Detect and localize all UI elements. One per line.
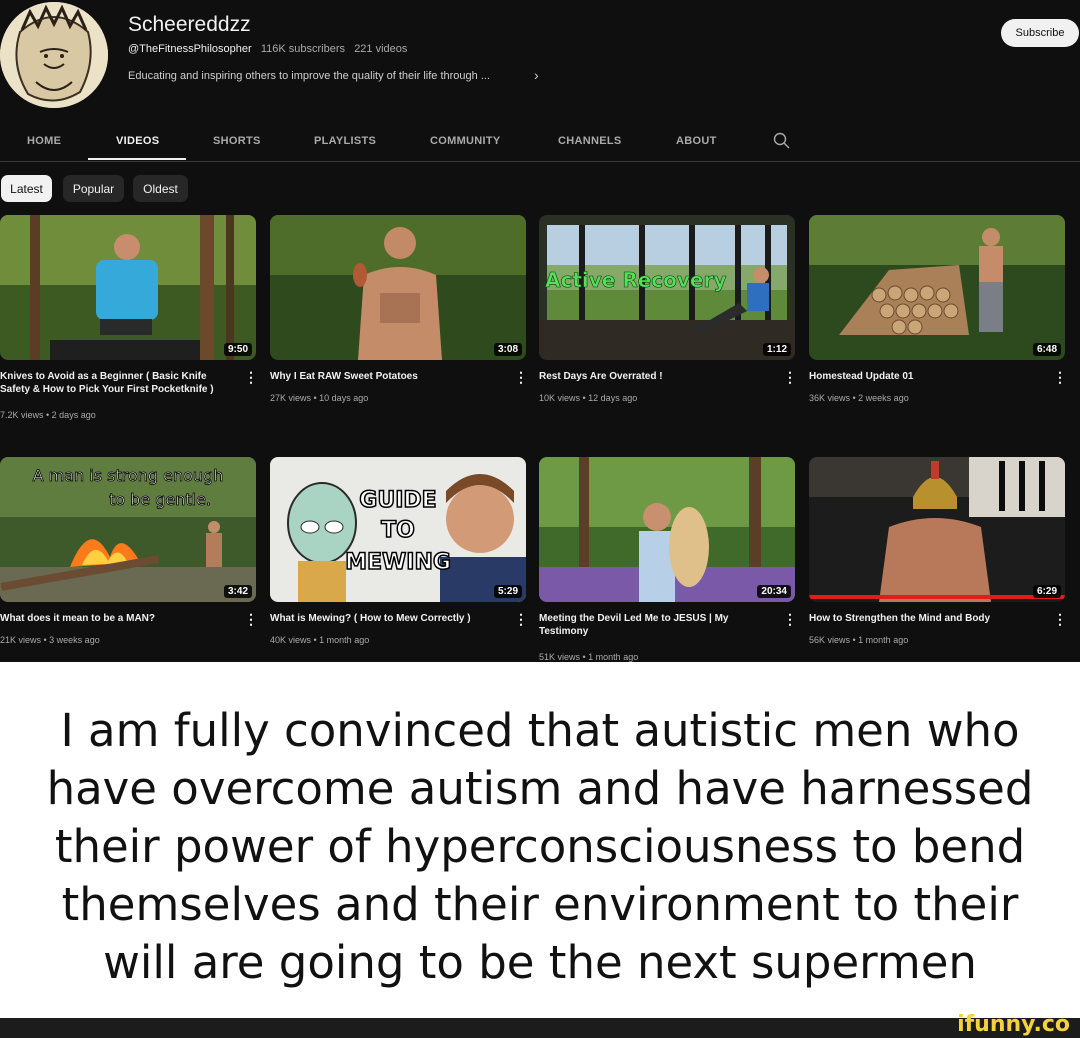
video-thumbnail[interactable]: 6:29 xyxy=(809,457,1065,602)
meme-caption: I am fully convinced that autistic men w… xyxy=(46,704,1034,989)
youtube-channel-page: Scheereddzz @TheFitnessPhilosopher 116K … xyxy=(0,0,1080,662)
video-title[interactable]: Rest Days Are Overrated ! xyxy=(539,370,759,383)
video-meta: 21K views • 3 weeks ago xyxy=(0,635,100,645)
thumbnail-overlay-text: A man is strong enough xyxy=(33,466,224,485)
video-title[interactable]: What is Mewing? ( How to Mew Correctly ) xyxy=(270,612,490,625)
thumbnail-overlay-text: TO xyxy=(381,518,415,543)
filter-chip-latest[interactable]: Latest xyxy=(1,175,52,202)
tab-home[interactable]: HOME xyxy=(27,135,61,147)
thumbnail-overlay-text: MEWING xyxy=(345,550,451,575)
video-duration: 20:34 xyxy=(757,585,791,598)
chevron-right-icon[interactable]: › xyxy=(534,67,539,83)
video-title[interactable]: Why I Eat RAW Sweet Potatoes xyxy=(270,370,490,383)
avatar-illustration xyxy=(0,2,108,108)
filter-chip-oldest[interactable]: Oldest xyxy=(133,175,188,202)
video-meta: 36K views • 2 weeks ago xyxy=(809,393,909,403)
video-duration: 6:48 xyxy=(1032,343,1061,356)
video-thumbnail[interactable]: A man is strong enough to be gentle. 3:4… xyxy=(0,457,256,602)
video-meta: 10K views • 12 days ago xyxy=(539,393,638,403)
more-options-icon[interactable]: ⋮ xyxy=(244,611,258,628)
thumbnail-image: A man is strong enough to be gentle. xyxy=(0,457,256,602)
more-options-icon[interactable]: ⋮ xyxy=(514,369,528,386)
channel-description[interactable]: Educating and inspiring others to improv… xyxy=(128,70,490,82)
ifunny-watermark: ifunny.co xyxy=(957,1012,1070,1037)
channel-name: Scheereddzz xyxy=(128,13,251,36)
active-tab-indicator xyxy=(88,158,186,160)
thumbnail-image xyxy=(539,457,795,602)
channel-tabs: HOME VIDEOS SHORTS PLAYLISTS COMMUNITY C… xyxy=(0,123,1080,162)
video-count: 221 videos xyxy=(354,43,408,55)
video-title[interactable]: What does it mean to be a MAN? xyxy=(0,612,220,625)
video-thumbnail[interactable]: 9:50 xyxy=(0,215,256,360)
tab-videos[interactable]: VIDEOS xyxy=(116,135,159,147)
watermark-bar: ifunny.co xyxy=(0,1012,1080,1038)
video-meta: 56K views • 1 month ago xyxy=(809,635,909,645)
video-meta: 40K views • 1 month ago xyxy=(270,635,370,645)
channel-handle: @TheFitnessPhilosopher xyxy=(128,43,252,55)
subscribe-button[interactable]: Subscribe xyxy=(1001,19,1079,47)
meme-caption-area: I am fully convinced that autistic men w… xyxy=(0,662,1080,1018)
more-options-icon[interactable]: ⋮ xyxy=(1053,611,1067,628)
tab-community[interactable]: COMMUNITY xyxy=(430,135,501,147)
thumbnail-image xyxy=(809,457,1065,602)
video-duration: 9:50 xyxy=(223,343,252,356)
more-options-icon[interactable]: ⋮ xyxy=(244,369,258,386)
more-options-icon[interactable]: ⋮ xyxy=(783,369,797,386)
video-thumbnail[interactable]: GUIDE TO MEWING 5:29 xyxy=(270,457,526,602)
video-meta: 27K views • 10 days ago xyxy=(270,393,369,403)
more-options-icon[interactable]: ⋮ xyxy=(514,611,528,628)
subscriber-count: 116K subscribers xyxy=(260,43,346,55)
video-title[interactable]: How to Strengthen the Mind and Body xyxy=(809,612,1029,625)
video-duration: 1:12 xyxy=(762,343,791,356)
video-duration: 3:42 xyxy=(223,585,252,598)
thumbnail-overlay-text: GUIDE xyxy=(359,488,436,513)
thumbnail-image: Active Recovery xyxy=(539,215,795,360)
video-duration: 6:29 xyxy=(1032,585,1061,598)
search-icon[interactable] xyxy=(772,131,792,151)
video-title[interactable]: Homestead Update 01 xyxy=(809,370,1029,383)
tab-playlists[interactable]: PLAYLISTS xyxy=(314,135,376,147)
video-meta: 51K views • 1 month ago xyxy=(539,652,639,662)
tab-about[interactable]: ABOUT xyxy=(676,135,717,147)
video-thumbnail[interactable]: 3:08 xyxy=(270,215,526,360)
thumbnail-overlay-text: Active Recovery xyxy=(545,268,726,292)
thumbnail-image xyxy=(0,215,256,360)
video-duration: 5:29 xyxy=(493,585,522,598)
more-options-icon[interactable]: ⋮ xyxy=(783,611,797,628)
filter-chip-popular[interactable]: Popular xyxy=(63,175,124,202)
channel-stats: @TheFitnessPhilosopher 116K subscribers … xyxy=(128,43,407,55)
video-thumbnail[interactable]: 6:48 xyxy=(809,215,1065,360)
thumbnail-image: GUIDE TO MEWING xyxy=(270,457,526,602)
video-title[interactable]: Meeting the Devil Led Me to JESUS | My T… xyxy=(539,612,759,638)
thumbnail-overlay-text: to be gentle. xyxy=(109,490,211,509)
thumbnail-image xyxy=(270,215,526,360)
channel-avatar[interactable] xyxy=(0,2,108,108)
tab-channels[interactable]: CHANNELS xyxy=(558,135,622,147)
tab-shorts[interactable]: SHORTS xyxy=(213,135,261,147)
video-thumbnail[interactable]: 20:34 xyxy=(539,457,795,602)
video-duration: 3:08 xyxy=(493,343,522,356)
thumbnail-image xyxy=(809,215,1065,360)
video-title[interactable]: Knives to Avoid as a Beginner ( Basic Kn… xyxy=(0,370,220,396)
video-thumbnail[interactable]: Active Recovery 1:12 xyxy=(539,215,795,360)
video-meta: 7.2K views • 2 days ago xyxy=(0,410,96,420)
more-options-icon[interactable]: ⋮ xyxy=(1053,369,1067,386)
